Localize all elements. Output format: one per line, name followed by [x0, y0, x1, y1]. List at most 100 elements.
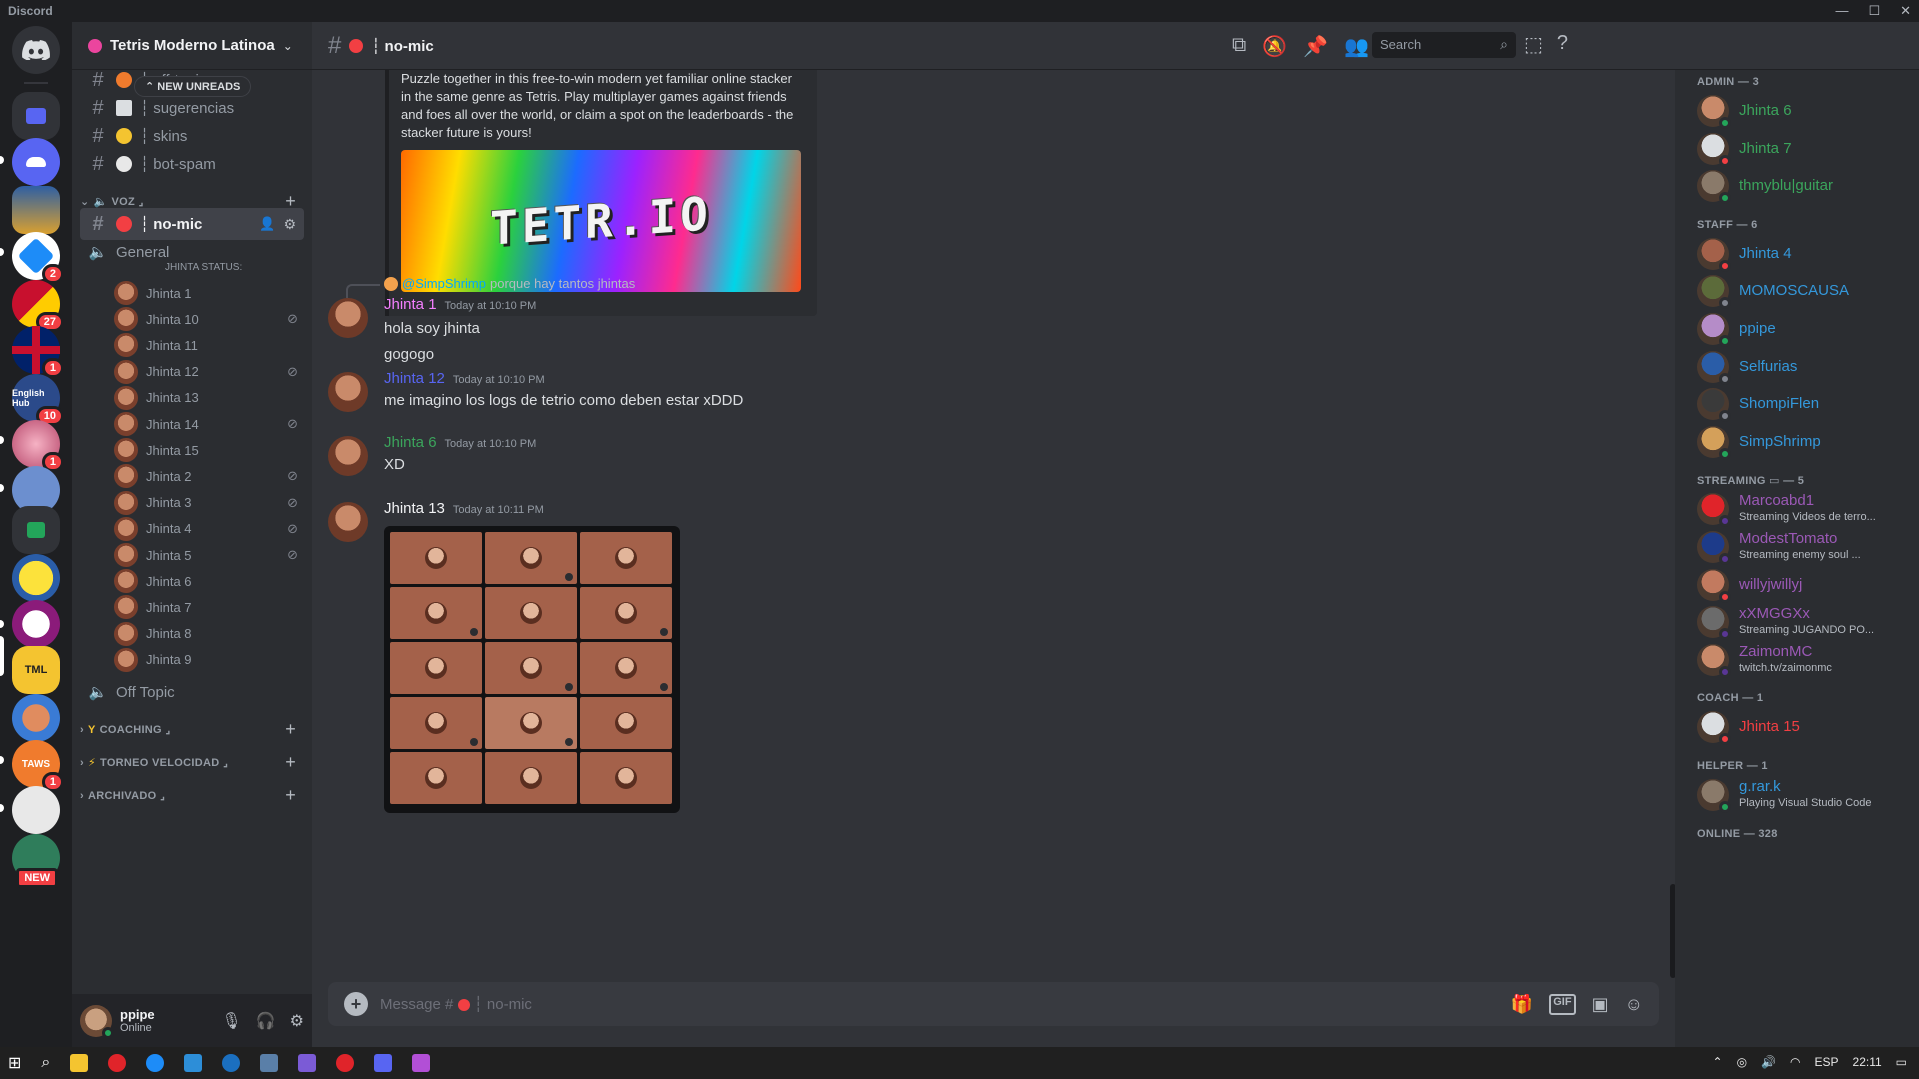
help-icon[interactable]: ? — [1557, 32, 1568, 57]
steam-icon[interactable] — [222, 1054, 241, 1072]
gear-icon[interactable]: ⚙ — [283, 216, 296, 233]
message-author[interactable]: Jhinta 13 — [384, 500, 445, 517]
server-blue[interactable]: 2 — [12, 232, 64, 284]
server-pikachu[interactable] — [12, 554, 60, 602]
avatar[interactable] — [328, 436, 368, 476]
voice-user[interactable]: Jhinta 15 — [114, 437, 304, 463]
voice-user[interactable]: Jhinta 9 — [114, 647, 304, 673]
server-cloud[interactable] — [12, 138, 60, 186]
voice-user[interactable]: Jhinta 8 — [114, 621, 304, 647]
invite-icon[interactable]: 👤 — [259, 216, 275, 232]
server-green[interactable] — [12, 506, 60, 554]
app-icon[interactable] — [260, 1054, 279, 1072]
voice-user[interactable]: Jhinta 11 — [114, 332, 304, 358]
voice-user[interactable]: Jhinta 13 — [114, 385, 304, 411]
avatar[interactable] — [328, 298, 368, 338]
voice-user[interactable]: Jhinta 12 ⊘ — [114, 359, 304, 385]
reply-preview[interactable]: @SimpShrimp porque hay tantos jhintas — [384, 276, 635, 291]
server-juan[interactable] — [12, 186, 60, 234]
server-folder[interactable] — [12, 92, 60, 140]
windows-start-icon[interactable]: ⊞ — [8, 1053, 21, 1073]
server-tml[interactable]: TML — [12, 646, 60, 694]
emoji-icon[interactable]: ☺ — [1625, 994, 1643, 1015]
member-item[interactable]: xXMGGXx Streaming JUGANDO PO... — [1697, 601, 1907, 643]
member-item[interactable]: Selfurias — [1697, 346, 1907, 388]
notifications-icon[interactable]: ▭ — [1896, 1055, 1907, 1069]
add-attachment-icon[interactable]: + — [344, 992, 368, 1016]
avatar[interactable] — [328, 372, 368, 412]
microphone-icon[interactable]: 🎙 — [221, 1011, 241, 1031]
embed-image[interactable]: TETR.IO — [401, 150, 801, 292]
member-item[interactable]: ZaimonMC twitch.tv/zaimonmc — [1697, 639, 1907, 681]
pin-icon[interactable]: 📌 — [1303, 34, 1328, 59]
member-item[interactable]: willyjwillyj — [1697, 564, 1907, 606]
member-item[interactable]: ModestTomato Streaming enemy soul ... — [1697, 526, 1907, 568]
tetrio-taskbar-icon[interactable] — [412, 1054, 431, 1072]
member-item[interactable]: Jhinta 15 — [1697, 706, 1907, 748]
server-anime[interactable]: 1 — [12, 420, 64, 472]
clock[interactable]: 22:11 — [1853, 1055, 1882, 1069]
server-taws[interactable]: TAWS 1 — [12, 740, 64, 792]
category-torneo-velocidad[interactable]: › ⚡ TORNEO VELOCIDAD ⌟ + — [80, 752, 304, 772]
opera-icon[interactable] — [108, 1054, 127, 1072]
channel-bot-spam[interactable]: # ┆ bot-spam — [80, 148, 304, 180]
close-icon[interactable]: ✕ — [1900, 3, 1911, 19]
voice-user[interactable]: Jhinta 4 ⊘ — [114, 516, 304, 542]
server-english-hub[interactable]: English Hub 10 — [12, 374, 64, 426]
image-attachment[interactable] — [384, 526, 680, 813]
member-item[interactable]: ppipe — [1697, 308, 1907, 350]
member-item[interactable]: g.rar.k Playing Visual Studio Code — [1697, 774, 1907, 816]
voice-user[interactable]: Jhinta 5 ⊘ — [114, 542, 304, 568]
voice-user[interactable]: Jhinta 3 ⊘ — [114, 490, 304, 516]
file-explorer-icon[interactable] — [70, 1054, 89, 1072]
member-item[interactable]: Marcoabd1 Streaming Videos de terro... — [1697, 488, 1907, 530]
gif-icon[interactable]: GIF — [1549, 993, 1576, 1015]
minimize-icon[interactable]: — — [1835, 3, 1848, 19]
server-avatar[interactable] — [12, 694, 60, 742]
server-skull[interactable] — [12, 786, 60, 834]
sticker-icon[interactable]: ▣ — [1592, 994, 1609, 1015]
message-author[interactable]: Jhinta 12 — [384, 370, 445, 387]
server-uk[interactable]: 1 — [12, 326, 64, 378]
members-icon[interactable]: 👥 — [1344, 34, 1369, 59]
voice-user[interactable]: Jhinta 10 ⊘ — [114, 306, 304, 332]
chevron-up-icon[interactable]: ⌃ — [1713, 1055, 1723, 1069]
member-item[interactable]: thmyblu|guitar — [1697, 165, 1907, 207]
search-icon[interactable]: ⌕ — [41, 1054, 50, 1072]
message-author[interactable]: Jhinta 6 — [384, 434, 437, 451]
settings-gear-icon[interactable]: ⚙ — [290, 1011, 304, 1031]
inbox-icon[interactable]: ⬚ — [1524, 32, 1543, 57]
vscode-icon[interactable] — [184, 1054, 203, 1072]
category-coaching[interactable]: › Y COACHING ⌟ + — [80, 719, 304, 739]
message-author[interactable]: Jhinta 1 — [384, 296, 437, 313]
member-item[interactable]: SimpShrimp — [1697, 421, 1907, 463]
voice-channel-off-topic[interactable]: 🔈 Off Topic — [80, 676, 304, 708]
category-archivado[interactable]: › ARCHIVADO ⌟ + — [80, 785, 304, 805]
category-voz[interactable]: ⌄ 🔈 VOZ ⌟ + — [80, 191, 304, 211]
gift-icon[interactable]: 🎁 — [1511, 994, 1533, 1015]
home-button[interactable] — [12, 26, 60, 74]
network-icon[interactable]: ◎ — [1737, 1055, 1747, 1069]
avatar[interactable] — [328, 502, 368, 542]
search-input[interactable]: Search ⌕ — [1372, 32, 1516, 58]
message-composer[interactable]: + Message # ┆ no-mic 🎁 GIF ▣ ☺ — [328, 982, 1659, 1026]
app-icon[interactable] — [298, 1054, 317, 1072]
server-flags[interactable]: 27 — [12, 280, 64, 332]
discord-taskbar-icon[interactable] — [374, 1054, 393, 1072]
avatar[interactable] — [80, 1004, 114, 1039]
headphones-icon[interactable]: 🎧 — [256, 1011, 276, 1031]
server-new[interactable]: NEW — [12, 834, 60, 888]
member-item[interactable]: MOMOSCAUSA — [1697, 270, 1907, 312]
maximize-icon[interactable]: ☐ — [1868, 3, 1880, 19]
mute-bell-icon[interactable]: 🔕 — [1262, 34, 1287, 59]
voice-user[interactable]: Jhinta 7 — [114, 594, 304, 620]
threads-icon[interactable]: ⧉ — [1232, 34, 1246, 59]
server-tetris-colombia[interactable] — [12, 600, 60, 648]
volume-icon[interactable]: 🔊 — [1761, 1055, 1776, 1069]
guild-header[interactable]: Tetris Moderno Latinoa ⌄ — [72, 22, 312, 70]
edge-icon[interactable] — [146, 1054, 165, 1072]
voice-user[interactable]: Jhinta 14 ⊘ — [114, 411, 304, 437]
member-item[interactable]: Jhinta 7 — [1697, 128, 1907, 170]
language-indicator[interactable]: ESP — [1815, 1055, 1839, 1069]
voice-user[interactable]: Jhinta 2 ⊘ — [114, 463, 304, 489]
